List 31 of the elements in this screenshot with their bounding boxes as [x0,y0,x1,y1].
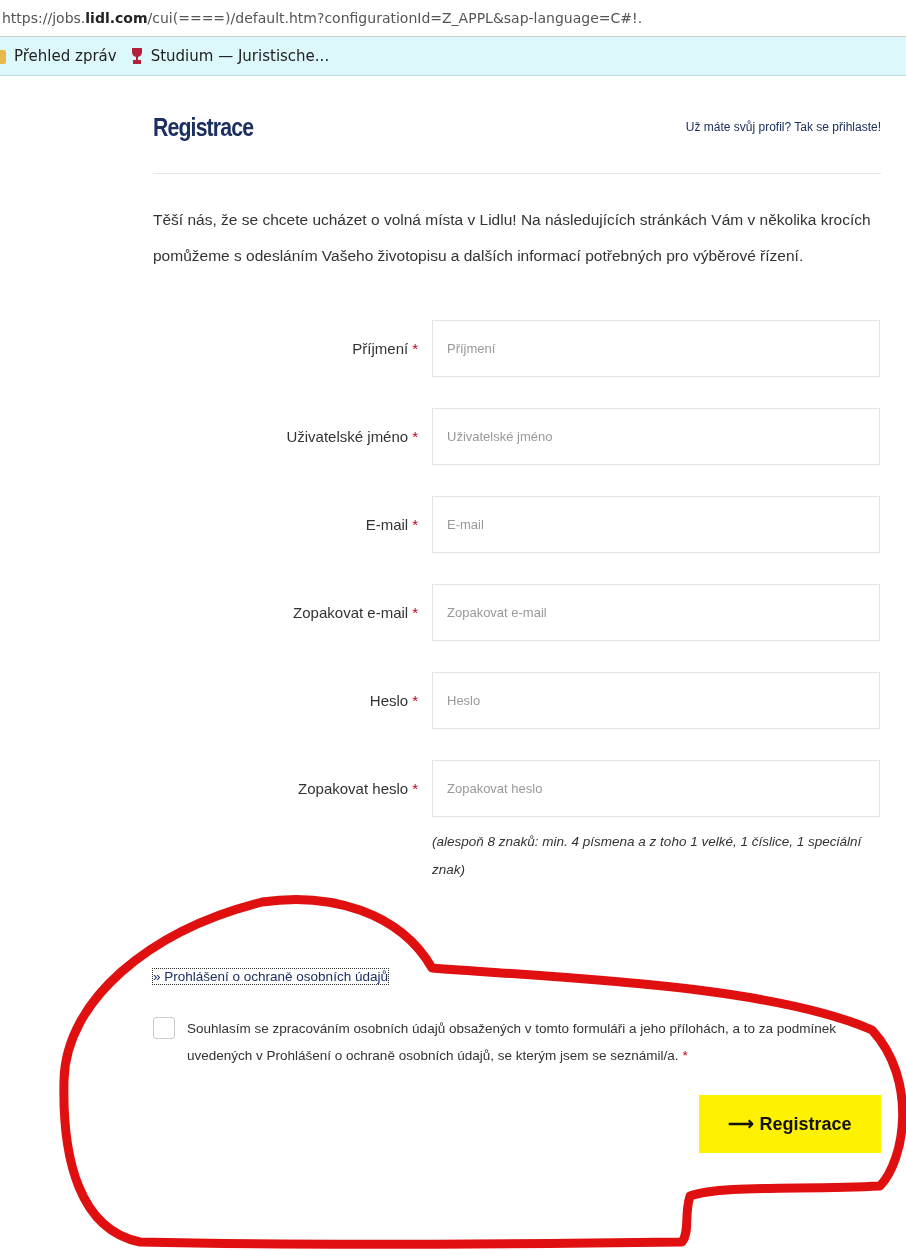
input-field[interactable]: Heslo [432,672,880,729]
input-field[interactable]: Zopakovat e-mail [432,584,880,641]
consent-text: Souhlasím se zpracováním osobních údajů obsažených v tomto formuláři a jeho přílohách, a to za podmínek uvedených v Prohlášení o ochraně osobních údajů, se kterým jsem se seznámil/a. * [187,1020,838,1065]
register-button[interactable]: ⟶ Registrace [699,1095,881,1153]
field-label: Uživatelské jméno [286,428,409,445]
trophy-icon [130,47,143,65]
input-field[interactable]: Zopakovat heslo [432,760,880,817]
folder-icon [0,48,6,64]
privacy-link[interactable]: » Prohlášení o ochraně osobních údajů [153,969,388,984]
login-link[interactable]: Už máte svůj profil? Tak se přihlaste! [685,120,881,134]
input-field[interactable]: Uživatelské jméno [432,408,880,465]
bookmark-link[interactable]: Přehled zpráv [14,47,117,65]
input-field[interactable]: E-mail [432,496,880,553]
required-mark: * [412,604,418,621]
input-field[interactable]: Příjmení [432,320,880,377]
required-mark: * [412,340,418,357]
required-mark: * [412,692,418,709]
field-label: Zopakovat heslo [298,780,409,797]
field-label: Heslo [369,692,409,709]
url-text: https://jobs.lidl.com/cui(====)/default.htm?configurationId=Z_APPL&sap-language=C#!. [2,10,643,26]
consent-checkbox[interactable] [153,1017,175,1039]
page-title: Registrace [153,112,254,142]
required-mark: * [412,780,418,797]
password-hint: (alespoň 8 znaků: min. 4 písmena a z toho 1 velké, 1 číslice, 1 speciální znak) [432,833,863,879]
bookmark-link[interactable]: Studium — Juristische... [150,47,330,65]
field-label: E-mail [365,516,409,533]
field-label: Zopakovat e-mail [293,604,409,621]
required-mark: * [412,516,418,533]
field-label: Příjmení [352,340,409,357]
required-mark: * [412,428,418,445]
intro-text: Těší nás, že se chcete ucházet o volná místa v Lidlu! Na následujících stránkách Vám v několika krocích pomůžeme s odesláním Vašeho životopisu a dalších informací potřebných pro výběrové řízení. [153,210,872,266]
